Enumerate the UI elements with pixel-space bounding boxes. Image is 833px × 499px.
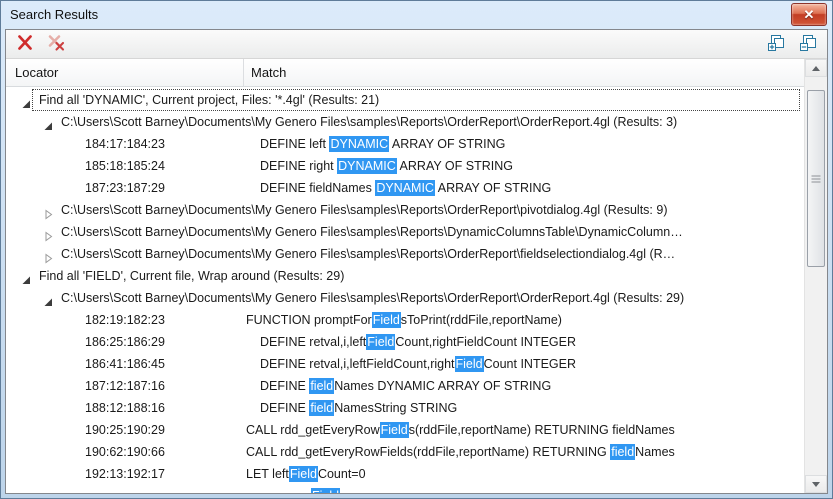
match-text: DEFINE left DYNAMIC ARRAY OF STRING (260, 133, 505, 155)
search-group-row[interactable]: Find all 'FIELD', Current file, Wrap aro… (6, 265, 805, 287)
scroll-up-button[interactable] (805, 59, 827, 77)
collapsed-expander-icon[interactable] (43, 227, 54, 238)
match-text: Field (311, 485, 340, 493)
remove-search-icon (17, 35, 33, 53)
match-text: LET leftFieldCount=0 (246, 463, 366, 485)
results-tree: Find all 'DYNAMIC', Current project, Fil… (6, 87, 805, 493)
file-row[interactable]: C:\Users\Scott Barney\Documents\My Gener… (6, 243, 805, 265)
match-row[interactable]: 186:41:186:45 DEFINE retval,i,leftFieldCo… (6, 353, 805, 375)
file-row[interactable]: C:\Users\Scott Barney\Documents\My Gener… (6, 287, 805, 309)
file-path-label: C:\Users\Scott Barney\Documents\My Gener… (61, 199, 667, 221)
match-highlight: Field (372, 312, 401, 328)
window-title: Search Results (10, 7, 98, 22)
titlebar[interactable]: Search Results (1, 1, 832, 28)
match-highlight: field (610, 444, 635, 460)
match-highlight: field (309, 378, 334, 394)
locator-value: 190:62:190:66 (85, 441, 165, 463)
collapsed-expander-icon[interactable] (43, 249, 54, 260)
file-row[interactable]: C:\Users\Scott Barney\Documents\My Gener… (6, 221, 805, 243)
locator-value: 185:18:185:24 (85, 155, 165, 177)
vertical-scrollbar[interactable] (804, 59, 827, 493)
match-highlight: DYNAMIC (375, 180, 435, 196)
column-header-row: Locator Match (6, 59, 805, 87)
match-text: DEFINE right DYNAMIC ARRAY OF STRING (260, 155, 513, 177)
search-results-window: Search Results ✕ (0, 0, 833, 499)
match-row[interactable]: Field (6, 485, 805, 493)
match-highlight: Field (366, 334, 395, 350)
close-icon: ✕ (804, 8, 815, 21)
results-area: Locator Match Find all 'DYNAMIC', Curren… (6, 59, 827, 493)
file-row[interactable]: C:\Users\Scott Barney\Documents\My Gener… (6, 199, 805, 221)
match-text: DEFINE retval,i,leftFieldCount,rightFiel… (260, 331, 576, 353)
column-header-match[interactable]: Match (244, 59, 805, 86)
file-path-label: C:\Users\Scott Barney\Documents\My Gener… (61, 221, 683, 243)
locator-value: 186:41:186:45 (85, 353, 165, 375)
match-highlight: Field (289, 466, 318, 482)
search-group-row[interactable]: Find all 'DYNAMIC', Current project, Fil… (6, 89, 805, 111)
match-row[interactable]: 187:12:187:16 DEFINE fieldNames DYNAMIC A… (6, 375, 805, 397)
match-row[interactable]: 188:12:188:16 DEFINE fieldNamesString STR… (6, 397, 805, 419)
match-highlight: Field (455, 356, 484, 372)
locator-value: 187:23:187:29 (85, 177, 165, 199)
locator-value: 184:17:184:23 (85, 133, 165, 155)
toolbar (6, 30, 827, 59)
match-text: FUNCTION promptForFieldsToPrint(rddFile,… (246, 309, 562, 331)
match-text: DEFINE fieldNamesString STRING (260, 397, 457, 419)
match-highlight: Field (380, 422, 409, 438)
file-path-label: C:\Users\Scott Barney\Documents\My Gener… (61, 111, 677, 133)
expanded-expander-icon[interactable] (43, 293, 54, 304)
column-header-locator[interactable]: Locator (6, 59, 244, 86)
scroll-down-button[interactable] (805, 475, 827, 493)
match-text: DEFINE retval,i,leftFieldCount,rightFiel… (260, 353, 576, 375)
locator-value: 186:25:186:29 (85, 331, 165, 353)
locator-value: 182:19:182:23 (85, 309, 165, 331)
collapse-all-icon (800, 35, 817, 54)
match-row[interactable]: 187:23:187:29 DEFINE fieldNames DYNAMIC A… (6, 177, 805, 199)
match-highlight: field (309, 400, 334, 416)
expanded-expander-icon[interactable] (43, 117, 54, 128)
collapse-all-button[interactable] (798, 34, 818, 54)
match-text: CALL rdd_getEveryRowFields(rddFile,repor… (246, 419, 675, 441)
scroll-up-icon (812, 66, 820, 71)
remove-all-searches-button[interactable] (47, 34, 67, 54)
match-row[interactable]: 182:19:182:23 FUNCTION promptForFieldsToP… (6, 309, 805, 331)
collapsed-expander-icon[interactable] (43, 205, 54, 216)
scroll-down-icon (812, 482, 820, 487)
match-text: DEFINE fieldNames DYNAMIC ARRAY OF STRIN… (260, 375, 551, 397)
match-row[interactable]: 185:18:185:24 DEFINE right DYNAMIC ARRAY … (6, 155, 805, 177)
match-row[interactable]: 184:17:184:23 DEFINE left DYNAMIC ARRAY O… (6, 133, 805, 155)
close-button[interactable]: ✕ (791, 3, 827, 26)
expanded-expander-icon[interactable] (21, 95, 32, 106)
match-row[interactable]: 192:13:192:17 LET leftFieldCount=0 (6, 463, 805, 485)
remove-all-searches-icon (48, 35, 66, 54)
match-highlight: DYNAMIC (337, 158, 397, 174)
file-path-label: C:\Users\Scott Barney\Documents\My Gener… (61, 243, 675, 265)
panel-content: Locator Match Find all 'DYNAMIC', Curren… (5, 29, 828, 494)
expanded-expander-icon[interactable] (21, 271, 32, 282)
match-row[interactable]: 186:25:186:29 DEFINE retval,i,leftFieldCo… (6, 331, 805, 353)
match-text: DEFINE fieldNames DYNAMIC ARRAY OF STRIN… (260, 177, 551, 199)
file-row[interactable]: C:\Users\Scott Barney\Documents\My Gener… (6, 111, 805, 133)
match-text: CALL rdd_getEveryRowFields(rddFile,repor… (246, 441, 675, 463)
locator-value: 190:25:190:29 (85, 419, 165, 441)
search-group-label: Find all 'DYNAMIC', Current project, Fil… (39, 89, 379, 111)
expand-all-button[interactable] (766, 34, 786, 54)
remove-search-button[interactable] (15, 34, 35, 54)
locator-value: 187:12:187:16 (85, 375, 165, 397)
search-group-label: Find all 'FIELD', Current file, Wrap aro… (39, 265, 344, 287)
file-path-label: C:\Users\Scott Barney\Documents\My Gener… (61, 287, 684, 309)
locator-value: 188:12:188:16 (85, 397, 165, 419)
match-row[interactable]: 190:62:190:66 CALL rdd_getEveryRowFields(… (6, 441, 805, 463)
expand-all-icon (768, 35, 785, 54)
match-highlight: DYNAMIC (329, 136, 389, 152)
scrollbar-thumb[interactable] (807, 90, 825, 267)
match-row[interactable]: 190:25:190:29 CALL rdd_getEveryRowFields(… (6, 419, 805, 441)
locator-value: 192:13:192:17 (85, 463, 165, 485)
match-highlight: Field (311, 488, 340, 493)
